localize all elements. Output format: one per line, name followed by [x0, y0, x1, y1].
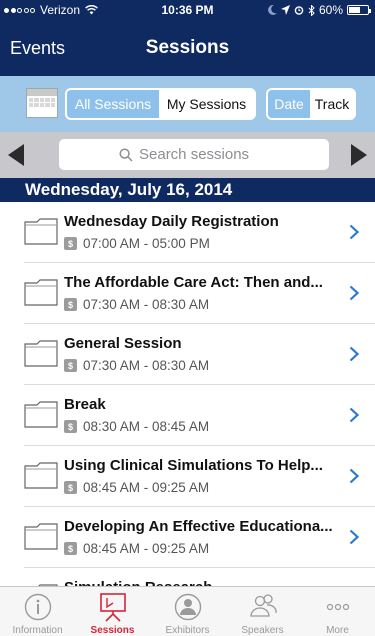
- session-filter-segment: All Sessions My Sessions: [65, 88, 256, 120]
- session-row[interactable]: Developing An Effective Educationa... $08…: [24, 507, 375, 568]
- tab-bar: Information Sessions Exhibitors Speakers…: [0, 586, 375, 636]
- chevron-right-icon: [349, 407, 360, 423]
- session-time: 07:30 AM - 08:30 AM: [83, 358, 210, 373]
- folder-icon: [24, 522, 58, 550]
- session-subtitle: $07:30 AM - 08:30 AM: [64, 297, 209, 312]
- alarm-icon: [294, 6, 304, 15]
- folder-icon: [24, 400, 58, 428]
- session-title: Wednesday Daily Registration: [64, 213, 279, 230]
- tab-label: More: [326, 625, 349, 636]
- status-right: 60%: [268, 3, 371, 17]
- folder-icon: [24, 217, 58, 245]
- tab-exhibitors[interactable]: Exhibitors: [150, 587, 225, 636]
- dollar-badge-icon: $: [64, 237, 77, 250]
- person-icon: [174, 593, 201, 621]
- tab-more[interactable]: More: [300, 587, 375, 636]
- calendar-icon[interactable]: [26, 88, 58, 118]
- my-sessions-tab[interactable]: My Sessions: [159, 90, 254, 118]
- session-time: 07:00 AM - 05:00 PM: [83, 236, 210, 251]
- bluetooth-icon: [308, 4, 315, 16]
- session-list: Wednesday Daily Registration $07:00 AM - …: [0, 202, 375, 586]
- dollar-badge-icon: $: [64, 420, 77, 433]
- session-row[interactable]: Simulation Research$: [24, 568, 375, 586]
- dollar-badge-icon: $: [64, 298, 77, 311]
- chevron-right-icon: [349, 529, 360, 545]
- search-icon: [119, 147, 133, 162]
- info-icon: [24, 593, 51, 621]
- battery-icon: [347, 5, 371, 15]
- dollar-badge-icon: $: [64, 359, 77, 372]
- session-subtitle: $07:00 AM - 05:00 PM: [64, 236, 210, 251]
- search-box[interactable]: [59, 139, 329, 170]
- session-title: Developing An Effective Educationa...: [64, 518, 333, 535]
- session-subtitle: $08:45 AM - 09:25 AM: [64, 541, 209, 556]
- previous-day-arrow-icon[interactable]: [8, 144, 24, 166]
- filter-bar: All Sessions My Sessions Date Track: [0, 76, 375, 132]
- sessions-screen: Verizon 10:36 PM 60% Events Sessions All…: [0, 0, 375, 636]
- chevron-right-icon: [349, 346, 360, 362]
- presentation-icon: [99, 593, 126, 622]
- status-bar: Verizon 10:36 PM 60%: [0, 0, 375, 20]
- session-title: Break: [64, 396, 106, 413]
- chevron-right-icon: [349, 468, 360, 484]
- date-header: Wednesday, July 16, 2014: [0, 178, 375, 202]
- session-title: Using Clinical Simulations To Help...: [64, 457, 323, 474]
- session-title: General Session: [64, 335, 182, 352]
- sort-track-tab[interactable]: Track: [310, 90, 354, 118]
- all-sessions-tab[interactable]: All Sessions: [67, 90, 159, 118]
- navigation-bar: Events Sessions: [0, 20, 375, 76]
- session-subtitle: $08:30 AM - 08:45 AM: [64, 419, 209, 434]
- session-time: 08:30 AM - 08:45 AM: [83, 419, 210, 434]
- tab-label: Exhibitors: [165, 625, 210, 636]
- session-title: The Affordable Care Act: Then and...: [64, 274, 323, 291]
- more-icon: [326, 603, 349, 611]
- dollar-badge-icon: $: [64, 542, 77, 555]
- search-row: [0, 132, 375, 178]
- chevron-right-icon: [349, 285, 360, 301]
- people-icon: [249, 594, 277, 617]
- tab-speakers[interactable]: Speakers: [225, 587, 300, 636]
- location-icon: [280, 5, 290, 15]
- tab-label: Information: [12, 625, 63, 636]
- moon-icon: [268, 5, 277, 15]
- session-time: 08:45 AM - 09:25 AM: [83, 480, 210, 495]
- session-row[interactable]: Wednesday Daily Registration $07:00 AM - …: [24, 202, 375, 263]
- session-row[interactable]: Using Clinical Simulations To Help... $08…: [24, 446, 375, 507]
- session-subtitle: $08:45 AM - 09:25 AM: [64, 480, 209, 495]
- session-time: 07:30 AM - 08:30 AM: [83, 297, 210, 312]
- tab-sessions[interactable]: Sessions: [75, 587, 150, 636]
- session-row[interactable]: Break $08:30 AM - 08:45 AM: [24, 385, 375, 446]
- folder-icon: [24, 461, 58, 489]
- chevron-right-icon: [349, 224, 360, 240]
- session-row[interactable]: General Session $07:30 AM - 08:30 AM: [24, 324, 375, 385]
- tab-information[interactable]: Information: [0, 587, 75, 636]
- tab-label: Speakers: [241, 625, 284, 636]
- next-day-arrow-icon[interactable]: [351, 144, 367, 166]
- session-subtitle: $07:30 AM - 08:30 AM: [64, 358, 209, 373]
- session-title: Simulation Research: [64, 579, 334, 586]
- sort-date-tab[interactable]: Date: [268, 90, 310, 118]
- folder-icon: [24, 278, 58, 306]
- dollar-badge-icon: $: [64, 481, 77, 494]
- battery-percent: 60%: [318, 3, 343, 17]
- session-row[interactable]: The Affordable Care Act: Then and... $07:…: [24, 263, 375, 324]
- sort-segment: Date Track: [266, 88, 356, 120]
- page-title: Sessions: [145, 37, 230, 58]
- tab-label: Sessions: [90, 625, 135, 636]
- folder-icon: [24, 339, 58, 367]
- session-time: 08:45 AM - 09:25 AM: [83, 541, 210, 556]
- search-input[interactable]: [139, 146, 269, 163]
